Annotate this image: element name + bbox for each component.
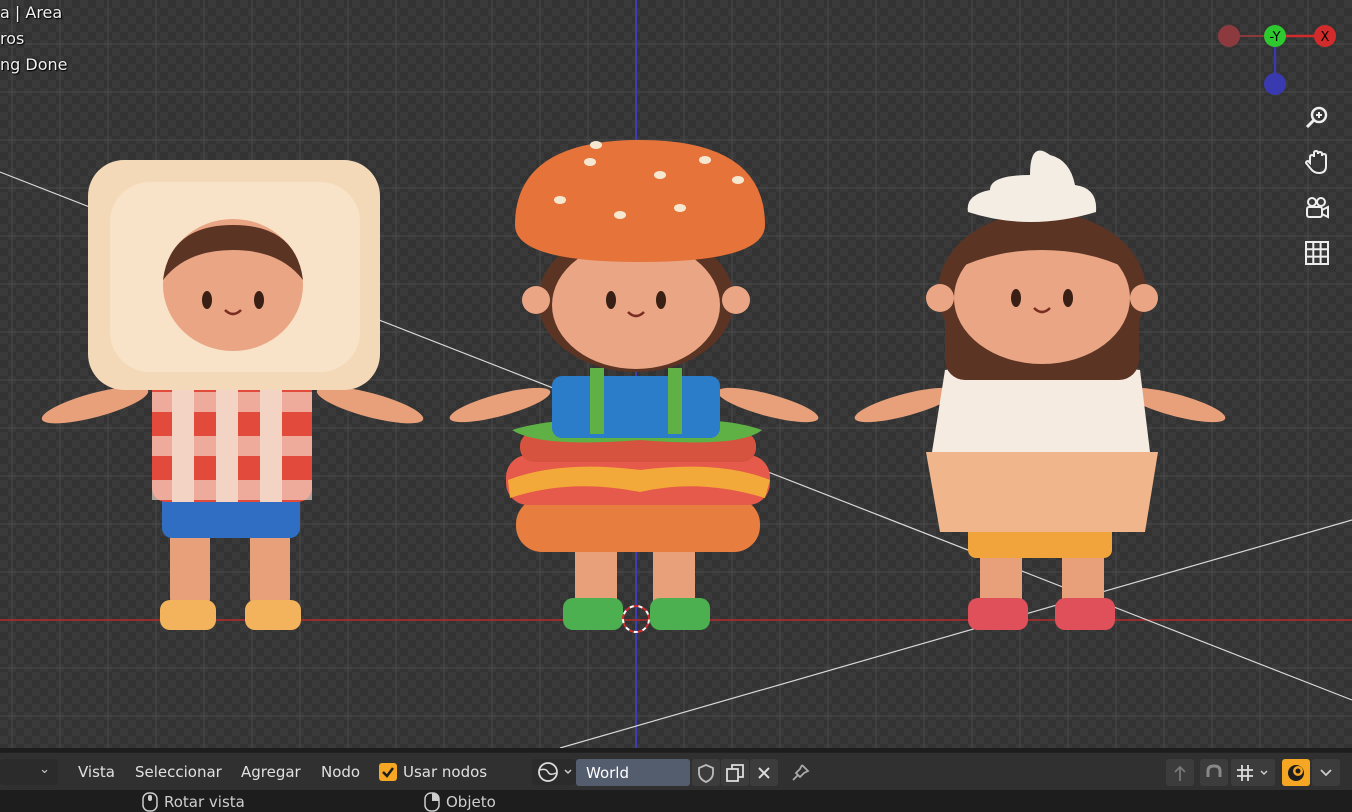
viewport-info-line-1: a | Area [0,3,63,22]
viewport-info-line-3: ng Done [0,55,68,74]
zoom-icon[interactable] [1302,102,1332,132]
status-object-label: Objeto [446,793,496,811]
mouse-middle-icon [142,792,158,812]
camera-icon[interactable] [1302,193,1332,223]
overlay-toggle-icon[interactable] [1282,759,1310,786]
grid-icon[interactable] [1302,238,1332,268]
snap-magnet-icon[interactable] [1200,759,1228,786]
fake-user-shield-icon[interactable] [692,759,720,786]
chevron-down-icon: ⌄ [39,762,50,777]
status-object-hint: Objeto [422,792,496,812]
gizmo-y-label: -Y [1269,30,1280,45]
status-rotate-hint: Rotar vista [140,792,245,812]
menu-vista[interactable]: Vista [78,753,115,791]
editor-header: ⌄ Vista Seleccionar Agregar Nodo Usar no… [0,752,1352,791]
pin-icon[interactable] [786,759,814,786]
menu-agregar[interactable]: Agregar [241,753,301,791]
gizmo-neg-z[interactable] [1264,73,1286,95]
3d-viewport[interactable]: a | Area ros ng Done -Y X [0,0,1352,748]
scene-characters [41,140,1226,633]
mouse-right-icon [424,792,440,812]
world-name-field[interactable]: World [576,759,690,786]
gizmo-neg-x[interactable] [1218,25,1240,47]
parent-node-tree-icon[interactable] [1166,759,1194,786]
world-browse-dropdown[interactable] [532,759,576,785]
duplicate-icon[interactable] [721,759,749,786]
ravioli-character [41,160,424,630]
menu-nodo[interactable]: Nodo [321,753,360,791]
snap-grid-dropdown[interactable] [1231,759,1275,786]
menu-seleccionar[interactable]: Seleccionar [135,753,222,791]
unlink-close-icon[interactable] [750,759,778,786]
hand-icon[interactable] [1302,147,1332,177]
checkbox-checked-icon[interactable] [379,763,397,781]
status-rotate-label: Rotar vista [164,793,245,811]
gizmo-x-label: X [1321,30,1330,45]
use-nodes-toggle[interactable]: Usar nodos [379,753,487,791]
navigation-gizmo[interactable]: -Y X [1205,18,1350,100]
use-nodes-label: Usar nodos [403,763,488,781]
viewport-info-line-2: ros [0,29,25,48]
cupcake-character [854,150,1226,630]
editor-type-dropdown[interactable]: ⌄ [0,759,58,785]
globe-icon [538,762,572,782]
burger-character [449,140,819,633]
overlay-options-chevron-icon[interactable] [1312,759,1340,786]
status-bar: Rotar vista Objeto [0,790,1352,812]
